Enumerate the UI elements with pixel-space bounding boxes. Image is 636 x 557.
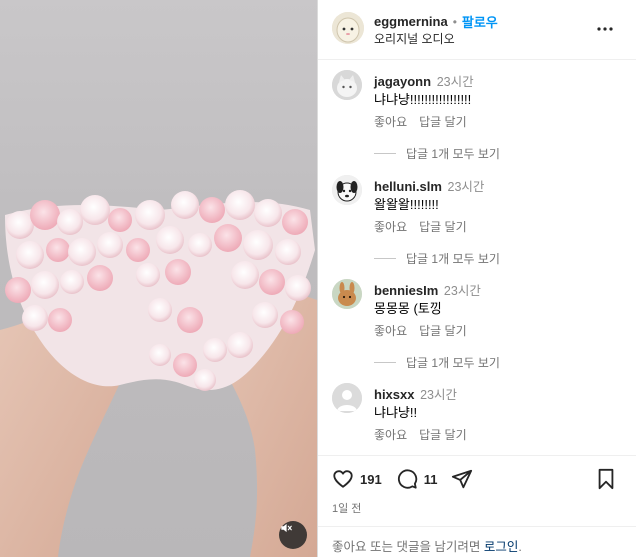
like-button[interactable]: 191 xyxy=(332,468,382,490)
avatar[interactable] xyxy=(332,279,362,309)
post-author: eggmernina • 팔로우 xyxy=(374,12,498,31)
comment-time: 23시간 xyxy=(447,180,485,194)
comment-username[interactable]: hixsxx xyxy=(374,387,414,402)
replies-divider xyxy=(374,362,396,363)
login-prompt: 좋아요 또는 댓글을 남기려면 로그인. xyxy=(318,526,636,557)
comment-actions: 좋아요 답글 달기 xyxy=(374,322,467,339)
bookmark-icon xyxy=(598,468,614,490)
share-button[interactable] xyxy=(451,468,473,490)
heart-icon xyxy=(333,470,353,488)
send-icon xyxy=(452,469,473,489)
default-user-icon xyxy=(332,383,362,413)
avatar[interactable] xyxy=(332,175,362,205)
login-link[interactable]: 로그인 xyxy=(484,540,519,554)
comment-actions: 좋아요 답글 달기 xyxy=(374,426,467,443)
dog-avatar-icon xyxy=(332,175,362,205)
comment-text: 왈왈왈!!!!!!!! xyxy=(374,197,439,212)
comment-like-button[interactable]: 좋아요 xyxy=(374,218,407,235)
more-horizontal-icon xyxy=(597,27,613,31)
avatar[interactable] xyxy=(332,12,364,44)
view-replies-button[interactable]: 답글 1개 모두 보기 xyxy=(374,354,500,371)
post-action-bar: 191 11 1일 전 좋아요 또는 댓글을 남기려면 로그인. xyxy=(318,455,636,557)
speaker-muted-icon xyxy=(281,523,292,533)
view-replies-button[interactable]: 답글 1개 모두 보기 xyxy=(374,145,500,162)
view-replies-label: 답글 1개 모두 보기 xyxy=(406,356,500,370)
separator-dot: • xyxy=(452,14,457,29)
comment-reply-button[interactable]: 답글 달기 xyxy=(419,218,467,235)
avatar[interactable] xyxy=(332,70,362,100)
comment-reply-button[interactable]: 답글 달기 xyxy=(419,426,467,443)
comment-text: 냐냐냥!!!!!!!!!!!!!!!!! xyxy=(374,92,472,107)
view-replies-label: 답글 1개 모두 보기 xyxy=(406,147,500,161)
comment-username[interactable]: jagayonn xyxy=(374,74,431,89)
more-options-button[interactable] xyxy=(596,20,614,38)
engagement-row: 191 11 xyxy=(332,468,487,490)
comment-username[interactable]: benniesIm xyxy=(374,283,438,298)
view-replies-button[interactable]: 답글 1개 모두 보기 xyxy=(374,250,500,267)
comment-actions: 좋아요 답글 달기 xyxy=(374,113,467,130)
cat-avatar-icon xyxy=(332,70,362,100)
replies-divider xyxy=(374,153,396,154)
comment-reply-button[interactable]: 답글 달기 xyxy=(419,322,467,339)
save-button[interactable] xyxy=(596,468,616,495)
comment-header: jagayonn 23시간 xyxy=(374,71,474,90)
video-player[interactable] xyxy=(0,0,317,557)
view-replies-label: 답글 1개 모두 보기 xyxy=(406,252,500,266)
audio-label[interactable]: 오리지널 오디오 xyxy=(374,30,455,47)
comment-reply-button[interactable]: 답글 달기 xyxy=(419,113,467,130)
comment-time: 23시간 xyxy=(420,388,458,402)
comment-time: 23시간 xyxy=(436,75,474,89)
comment-time: 23시간 xyxy=(443,284,481,298)
mute-button[interactable] xyxy=(279,521,307,549)
comment-username[interactable]: helluni.slm xyxy=(374,179,442,194)
login-prompt-text: 좋아요 또는 댓글을 남기려면 xyxy=(332,540,484,554)
post-sidebar: eggmernina • 팔로우 오리지널 오디오 jagayonn 23시간 … xyxy=(317,0,636,557)
comment-header: hixsxx 23시간 xyxy=(374,384,457,403)
rabbit-avatar-icon xyxy=(332,279,362,309)
avatar[interactable] xyxy=(332,383,362,413)
post-header: eggmernina • 팔로우 오리지널 오디오 xyxy=(318,0,636,60)
login-prompt-suffix: . xyxy=(518,540,522,554)
comment-text: 냐냐냥!! xyxy=(374,405,418,420)
egg-avatar-icon xyxy=(332,12,364,44)
follow-button[interactable]: 팔로우 xyxy=(462,12,498,31)
comment-like-button[interactable]: 좋아요 xyxy=(374,322,407,339)
comment-actions: 좋아요 답글 달기 xyxy=(374,218,467,235)
comment-header: benniesIm 23시간 xyxy=(374,280,481,299)
comment-button[interactable]: 11 xyxy=(396,468,438,490)
slime-video-frame xyxy=(0,190,317,557)
post-timestamp[interactable]: 1일 전 xyxy=(332,500,361,516)
like-count: 191 xyxy=(360,471,382,487)
comment-like-button[interactable]: 좋아요 xyxy=(374,113,407,130)
comment-like-button[interactable]: 좋아요 xyxy=(374,426,407,443)
comment-header: helluni.slm 23시간 xyxy=(374,176,484,195)
comment-text: 몽몽몽 (토낑 xyxy=(374,301,442,316)
comment-count: 11 xyxy=(423,471,438,487)
author-username[interactable]: eggmernina xyxy=(374,14,448,29)
replies-divider xyxy=(374,258,396,259)
comment-bubble-icon xyxy=(397,469,417,489)
